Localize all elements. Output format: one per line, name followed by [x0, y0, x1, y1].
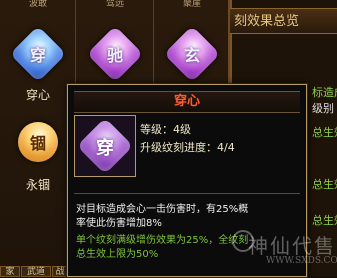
- tooltip-title: 穿心: [74, 91, 300, 113]
- skill-label-chuanxin: 穿心: [25, 88, 50, 102]
- watermark-url: WWW.SXDS.COM: [266, 256, 337, 266]
- skill-slot-chuanxin[interactable]: 穿: [9, 25, 67, 86]
- overview-line: 级别: [312, 102, 334, 115]
- skill-glyph: 驰: [106, 46, 123, 65]
- bottom-tab-1[interactable]: 家: [0, 266, 20, 277]
- tooltip-progress: 升级纹刻进度：4/4: [140, 141, 235, 154]
- skill-glyph: 玄: [183, 46, 200, 65]
- skill-slot-2[interactable]: 驰: [86, 25, 144, 86]
- skill-glyph: 锢: [29, 134, 46, 153]
- overview-line: 标造成: [312, 86, 337, 99]
- skill-label-yonggu: 永锢: [25, 178, 50, 192]
- panel-title: 刻效果总览: [230, 8, 337, 34]
- overview-line: 总生效: [312, 126, 337, 139]
- skill-slot-yonggu[interactable]: 锢: [9, 113, 67, 174]
- tooltip-skill-icon: 穿: [74, 115, 136, 177]
- top-tab-3[interactable]: 聚崖: [172, 0, 212, 10]
- top-tab-2[interactable]: 驾远: [95, 0, 135, 10]
- tooltip-description: 对目标造成会心一击伤害时，有25%概: [76, 204, 249, 215]
- bottom-tab-2[interactable]: 武道: [21, 266, 51, 277]
- skill-slot-3[interactable]: 玄: [163, 25, 221, 86]
- watermark: 神仙代售 WWW.SXDS.COM: [232, 226, 337, 276]
- skill-glyph: 穿: [29, 46, 46, 65]
- tooltip-level: 等级：4级: [140, 123, 191, 136]
- overview-line: 总生效: [312, 178, 337, 191]
- tooltip-glyph: 穿: [96, 138, 114, 159]
- bottom-tab-3[interactable]: 战: [52, 266, 68, 277]
- watermark-text: 神仙代售: [248, 234, 336, 258]
- top-tab-1[interactable]: 波敢: [18, 0, 58, 10]
- tooltip-divider: [74, 193, 300, 194]
